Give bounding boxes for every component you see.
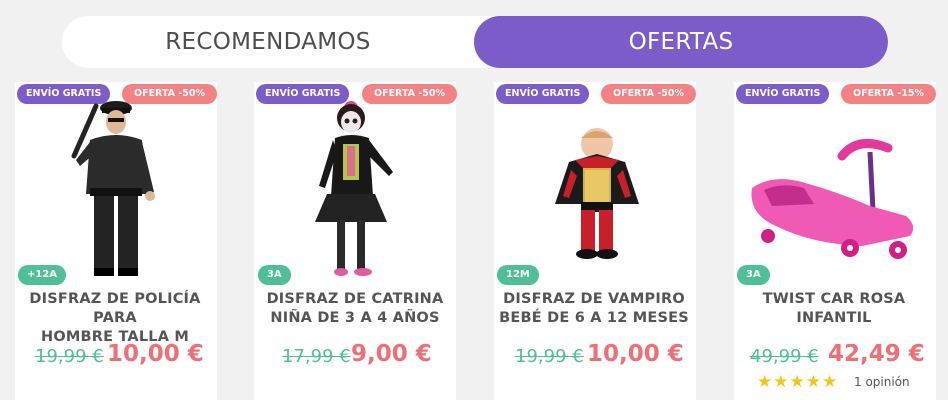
product-title[interactable]: DISFRAZ DE CATRINA NIÑA DE 3 A 4 AÑOS <box>245 290 465 328</box>
review-count[interactable]: 1 opinión <box>854 375 910 389</box>
sale-price: 10,00 € <box>587 341 684 367</box>
tab-recomendamos[interactable]: RECOMENDAMOS <box>62 16 474 68</box>
tab-bar: RECOMENDAMOS OFERTAS <box>62 16 888 68</box>
old-price: 17,99 € <box>282 346 351 367</box>
sale-price: 9,00 € <box>351 341 432 367</box>
star-icon: ★ <box>789 372 805 392</box>
old-price: 49,99 € <box>750 346 819 367</box>
age-badge: 3A <box>737 265 770 285</box>
product-image-police[interactable] <box>36 96 196 278</box>
old-price: 19,99 € <box>35 346 104 367</box>
star-icon: ★ <box>822 372 838 392</box>
product-title[interactable]: DISFRAZ DE VAMPIRO BEBÉ DE 6 A 12 MESES <box>484 290 704 328</box>
tab-ofertas[interactable]: OFERTAS <box>474 16 888 68</box>
star-icon: ★ <box>757 372 773 392</box>
sale-price: 10,00 € <box>107 341 204 367</box>
product-image-catrina[interactable] <box>275 96 435 278</box>
product-image-vampire[interactable] <box>515 96 675 278</box>
star-icon: ★ <box>773 372 789 392</box>
rating-stars: ★ ★ ★ ★ ★ <box>757 373 837 391</box>
product-title[interactable]: TWIST CAR ROSA INFANTIL <box>724 290 944 328</box>
star-icon: ★ <box>805 372 821 392</box>
age-badge: 3A <box>258 265 291 285</box>
age-badge: +12A <box>18 265 67 285</box>
product-image-twist-car[interactable] <box>742 96 928 278</box>
old-price: 19,99 € <box>515 346 584 367</box>
age-badge: 12M <box>497 265 539 285</box>
sale-price: 42,49 € <box>828 341 925 367</box>
product-title[interactable]: DISFRAZ DE POLICÍA PARA HOMBRE TALLA M <box>5 290 225 347</box>
